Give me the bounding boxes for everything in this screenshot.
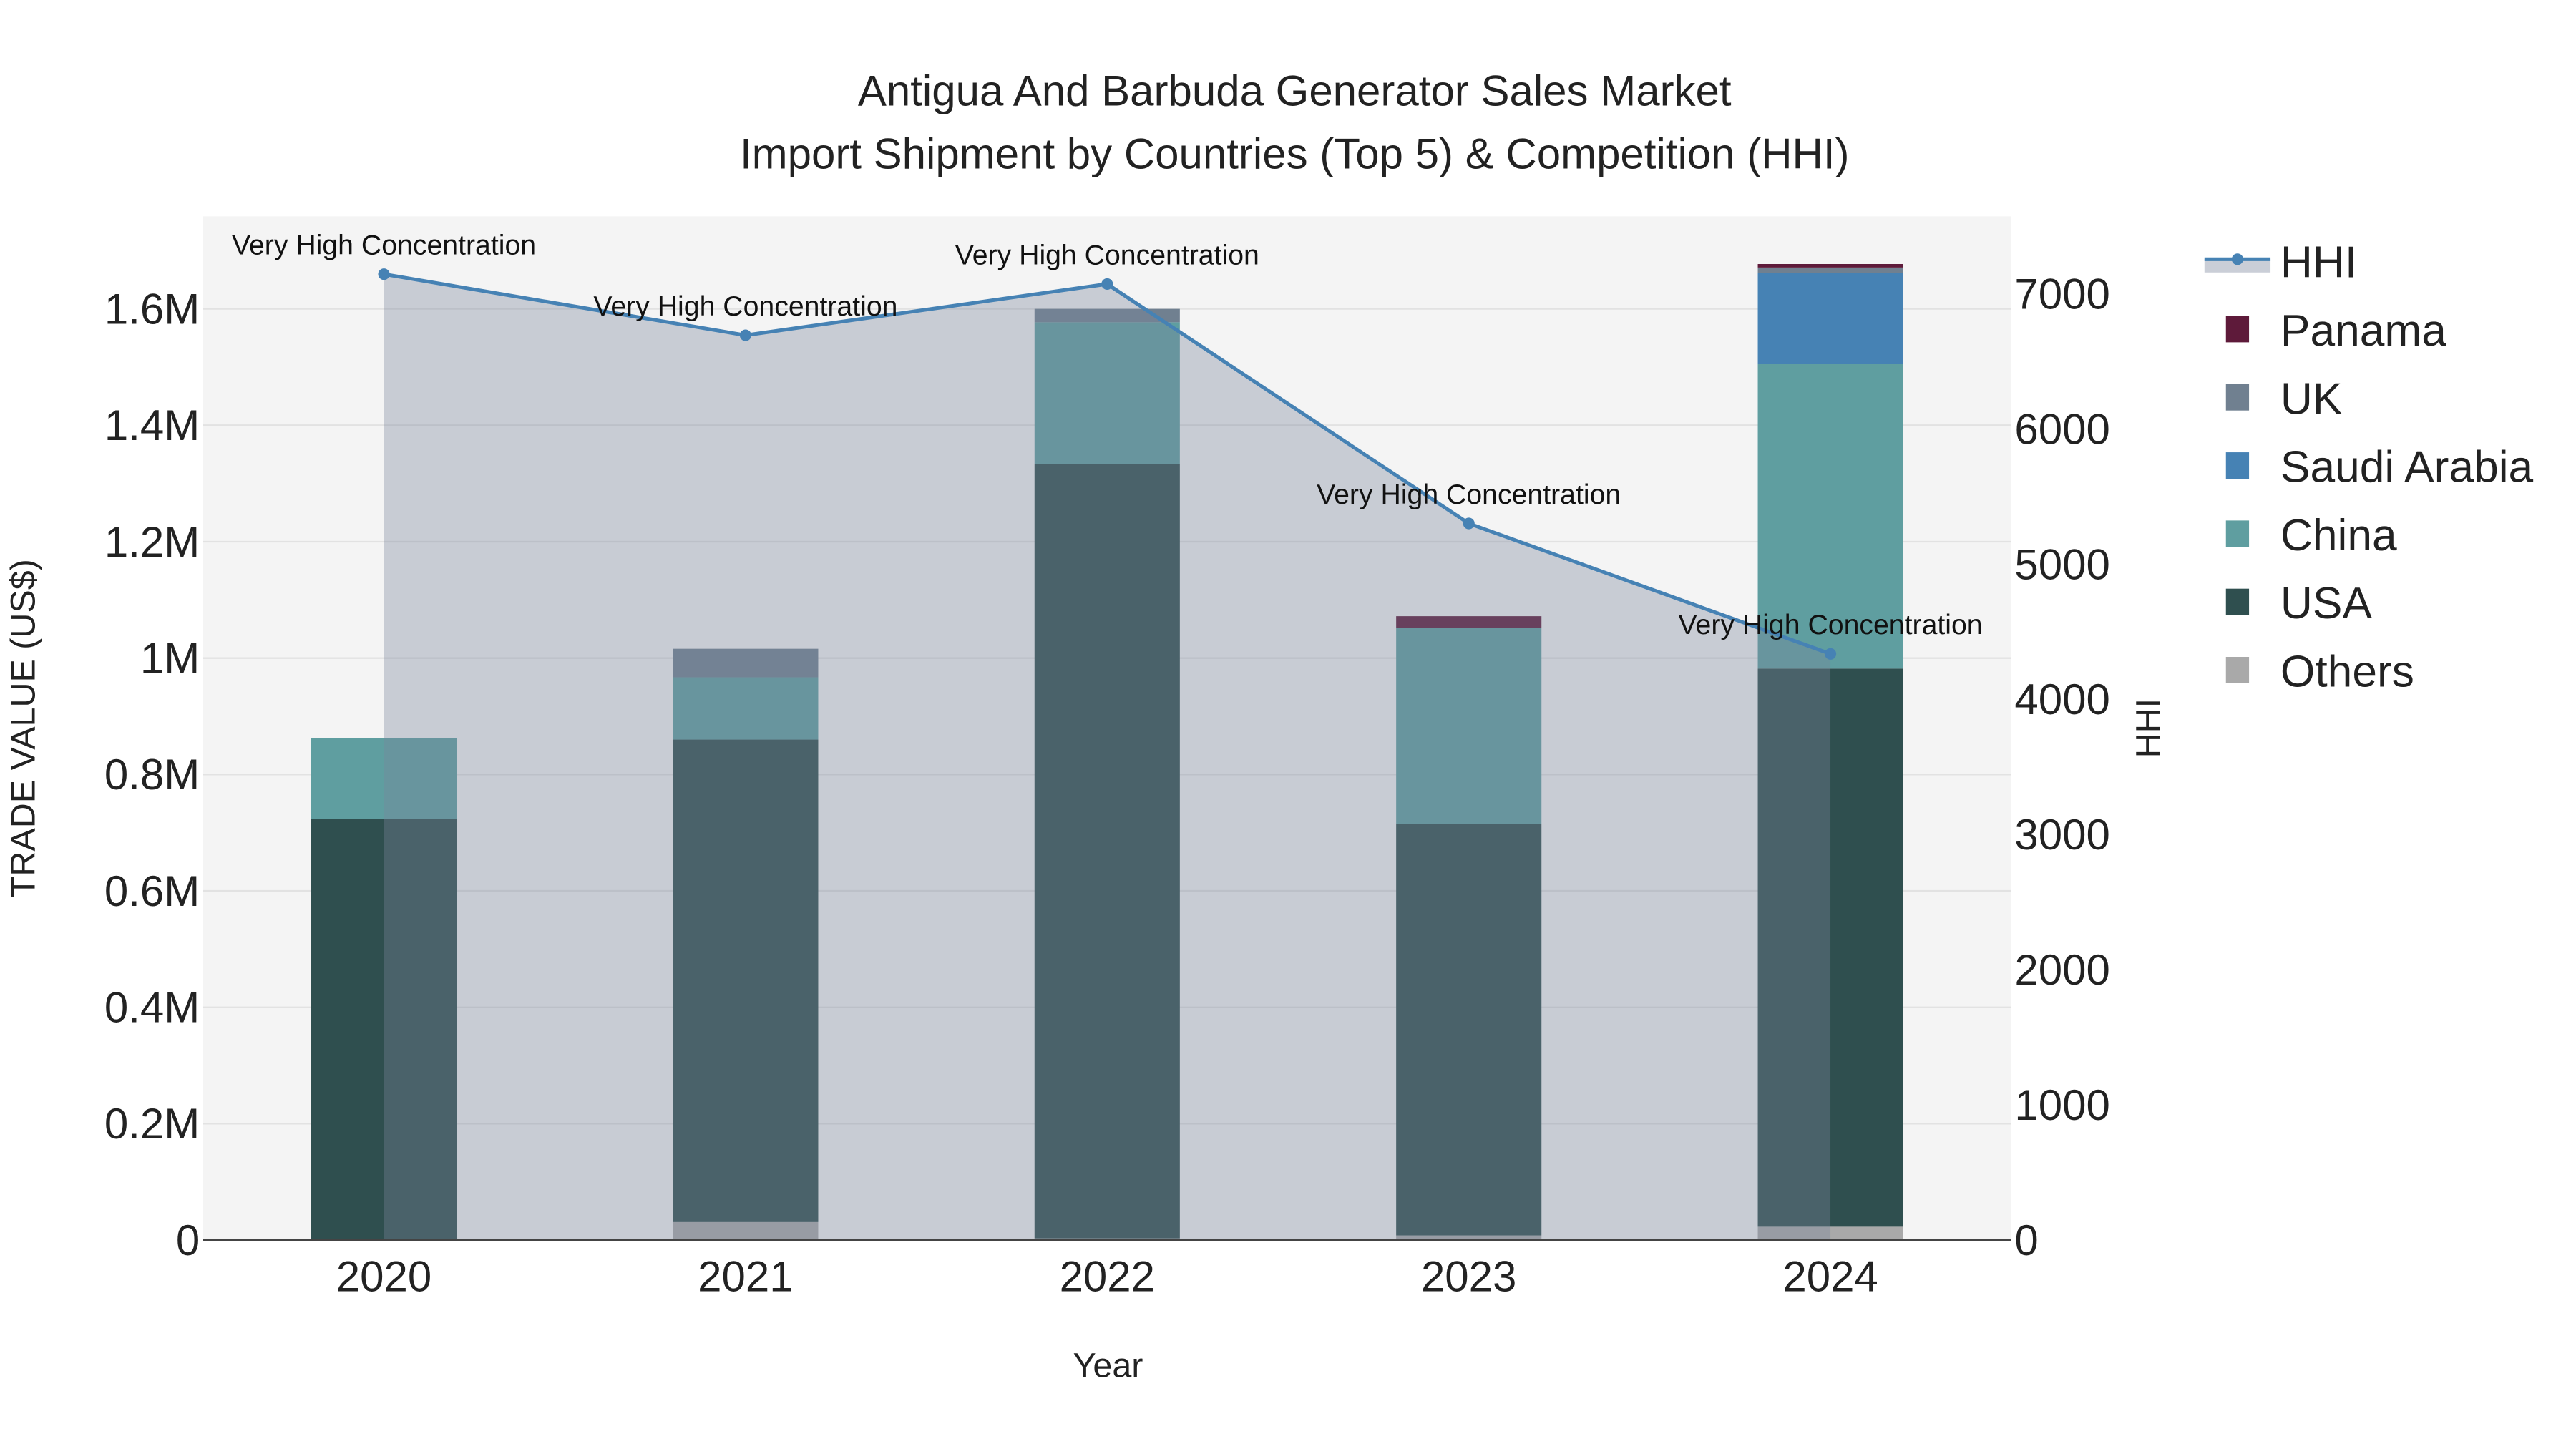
bar-saudi-arabia — [1757, 273, 1903, 364]
y-tick-label: 0 — [176, 1216, 200, 1264]
hhi-point — [1101, 278, 1113, 291]
x-tick-label: 2023 — [1421, 1253, 1516, 1301]
hhi-annotation: Very High Concentration — [232, 229, 536, 260]
legend-swatch-usa — [2225, 588, 2250, 615]
chart-title-line1: Antigua And Barbuda Generator Sales Mark… — [858, 67, 1732, 115]
x-tick-label: 2021 — [698, 1253, 793, 1301]
y-tick-label: 0.4M — [104, 983, 200, 1031]
y2-axis-ticks: 0 1000 2000 3000 4000 5000 6000 7000 — [2014, 270, 2109, 1264]
bar-uk — [1757, 267, 1903, 273]
x-axis-ticks: 2020 2021 2022 2023 2024 — [336, 1253, 1878, 1301]
legend: HHI Panama UK Saudi Arabia China USA Others — [2204, 238, 2534, 697]
hhi-point — [1825, 648, 1837, 660]
legend-label: USA — [2280, 579, 2373, 628]
legend-label: HHI — [2280, 238, 2357, 288]
y-tick-label: 0.2M — [104, 1100, 200, 1148]
y2-tick-label: 5000 — [2014, 540, 2109, 588]
legend-label: Others — [2280, 648, 2414, 697]
hhi-point — [739, 329, 751, 341]
x-tick-label: 2024 — [1782, 1253, 1878, 1301]
y2-axis-title: HHI — [2129, 698, 2167, 758]
y-tick-label: 1.4M — [104, 401, 200, 449]
hhi-annotation: Very High Concentration — [955, 239, 1259, 270]
y2-tick-label: 1000 — [2014, 1081, 2109, 1129]
hhi-point — [1463, 517, 1475, 530]
legend-swatch-panama — [2225, 316, 2250, 343]
y2-tick-label: 7000 — [2014, 270, 2109, 318]
y-axis-ticks: 0 0.2M 0.4M 0.6M 0.8M 1M 1.2M 1.4M 1.6M — [104, 285, 200, 1264]
legend-label: Saudi Arabia — [2280, 443, 2534, 492]
y-tick-label: 1.2M — [104, 518, 200, 566]
legend-swatch-saudi-arabia — [2225, 452, 2250, 479]
y2-tick-label: 4000 — [2014, 675, 2109, 723]
hhi-point — [378, 268, 390, 280]
legend-label: UK — [2280, 374, 2343, 424]
y-axis-title: TRADE VALUE (US$) — [4, 559, 42, 897]
y-tick-label: 0.6M — [104, 867, 200, 915]
legend-swatch-china — [2225, 520, 2250, 547]
y2-tick-label: 2000 — [2014, 946, 2109, 994]
chart: Very High Concentration Very High Concent… — [4, 67, 2534, 1385]
y-tick-label: 0.8M — [104, 751, 200, 799]
legend-swatch-uk — [2225, 384, 2250, 411]
y2-tick-label: 0 — [2014, 1216, 2038, 1264]
hhi-annotation: Very High Concentration — [1679, 609, 1983, 640]
legend-swatch-others — [2225, 657, 2250, 683]
y2-tick-label: 6000 — [2014, 405, 2109, 453]
chart-title-line2: Import Shipment by Countries (Top 5) & C… — [740, 130, 1850, 177]
x-tick-label: 2022 — [1060, 1253, 1155, 1301]
legend-label: Panama — [2280, 306, 2446, 356]
legend-hhi-marker — [2231, 253, 2243, 265]
bar-panama — [1757, 264, 1903, 268]
y-tick-label: 1M — [140, 634, 200, 682]
hhi-annotation: Very High Concentration — [593, 291, 897, 322]
hhi-annotation: Very High Concentration — [1317, 479, 1621, 510]
x-axis-title: Year — [1073, 1347, 1143, 1385]
y2-tick-label: 3000 — [2014, 811, 2109, 859]
x-tick-label: 2020 — [336, 1253, 431, 1301]
y-tick-label: 1.6M — [104, 285, 200, 333]
legend-label: China — [2280, 511, 2397, 560]
